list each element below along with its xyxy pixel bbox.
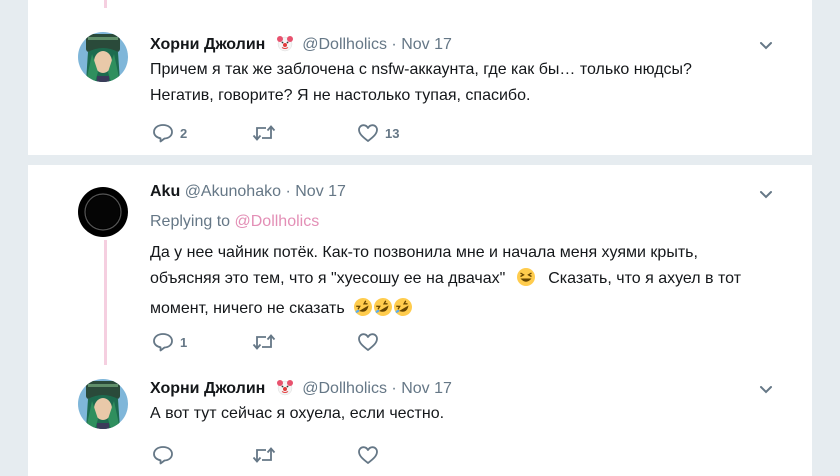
- tweet-date[interactable]: Nov 17: [295, 183, 346, 200]
- retweet-icon: [252, 447, 276, 463]
- separator-dot: ·: [391, 36, 397, 53]
- retweet-icon: [252, 334, 276, 350]
- like-button[interactable]: 13: [357, 123, 399, 143]
- reply-icon: [153, 124, 173, 143]
- like-button[interactable]: [357, 332, 385, 352]
- avatar-image: [78, 32, 128, 82]
- display-name[interactable]: Хорни Джолин: [150, 36, 265, 53]
- retweet-button[interactable]: [252, 123, 282, 143]
- tweet-text-line: Причем я так же заблочена с nsfw-аккаунт…: [150, 61, 692, 78]
- rofl-emoji-icon: [373, 297, 393, 326]
- tweet-text-line: Сказать, что я ахуел в тот: [548, 270, 742, 287]
- avatar[interactable]: [78, 187, 128, 237]
- display-name[interactable]: Aku: [150, 183, 180, 200]
- heart-icon: [358, 124, 378, 142]
- retweet-button[interactable]: [252, 445, 282, 465]
- tweet-text: Да у нее чайник потёк. Как-то позвонила …: [150, 240, 741, 326]
- reply-icon: [153, 446, 173, 465]
- timeline-panel: Хорни Джолин @Dollholics · Nov 17 Причем: [28, 0, 812, 476]
- tweet-text-line: Да у нее чайник потёк. Как-то позвонила …: [150, 244, 698, 261]
- chevron-down-icon[interactable]: [759, 385, 773, 395]
- tweet[interactable]: Хорни Джолин @Dollholics · Nov 17 А вот: [28, 365, 812, 476]
- user-handle[interactable]: @Dollholics: [302, 380, 387, 397]
- reply-count: 2: [180, 125, 188, 141]
- avatar[interactable]: [78, 379, 128, 429]
- clown-emoji-icon: [276, 34, 294, 57]
- tweet-header: Aku @Akunohako · Nov 17: [150, 183, 346, 201]
- like-button[interactable]: [357, 445, 385, 465]
- avatar-image: [78, 379, 128, 429]
- tweet-date[interactable]: Nov 17: [401, 36, 452, 53]
- tweet-header: Хорни Джолин @Dollholics · Nov 17: [150, 378, 452, 401]
- tweet-text-line-group: момент, ничего не сказать: [150, 296, 741, 326]
- reply-count: 1: [180, 334, 188, 350]
- reply-button[interactable]: [152, 445, 180, 465]
- tweet-text: А вот тут сейчас я охуела, если честно.: [150, 401, 444, 427]
- separator-dot: ·: [391, 380, 397, 397]
- chevron-down-icon[interactable]: [759, 190, 773, 200]
- separator-dot: ·: [285, 183, 291, 200]
- laughing-emoji-icon: [516, 267, 536, 296]
- tweet-text: Причем я так же заблочена с nsfw-аккаунт…: [150, 57, 692, 109]
- tweet[interactable]: Хорни Джолин @Dollholics · Nov 17 Причем: [28, 0, 812, 155]
- user-handle[interactable]: @Akunohako: [185, 183, 281, 200]
- rofl-emoji-icon: [353, 297, 373, 326]
- replying-to-label: Replying to: [150, 213, 231, 230]
- reply-button[interactable]: 2: [152, 123, 187, 143]
- tweet-text-line: Негатив, говорите? Я не настолько тупая,…: [150, 87, 531, 104]
- tweet-text-line: момент, ничего не сказать: [150, 300, 345, 317]
- replying-to: Replying to @Dollholics: [150, 213, 319, 231]
- avatar[interactable]: [78, 32, 128, 82]
- reply-icon: [153, 333, 173, 352]
- tweet-text-line: А вот тут сейчас я охуела, если честно.: [150, 405, 445, 422]
- like-count: 13: [385, 125, 400, 141]
- tweet-text-line: объясняя это тем, что я "хуесошу ее на д…: [150, 270, 506, 287]
- retweet-icon: [252, 125, 276, 141]
- retweet-button[interactable]: [252, 332, 282, 352]
- heart-icon: [358, 446, 378, 464]
- avatar-image: [78, 187, 128, 237]
- tweet-header: Хорни Джолин @Dollholics · Nov 17: [150, 34, 452, 57]
- replying-to-handle[interactable]: @Dollholics: [235, 213, 320, 230]
- tweet[interactable]: Aku @Akunohako · Nov 17 Replying to @Dol…: [28, 165, 812, 365]
- clown-emoji-icon: [276, 378, 294, 401]
- tweet-date[interactable]: Nov 17: [401, 380, 452, 397]
- reply-button[interactable]: 1: [152, 332, 187, 352]
- user-handle[interactable]: @Dollholics: [302, 36, 387, 53]
- heart-icon: [358, 333, 378, 351]
- tweet-divider: [28, 155, 812, 165]
- rofl-emoji-icon: [393, 297, 413, 326]
- tweet-text-line-group: объясняя это тем, что я "хуесошу ее на д…: [150, 266, 741, 296]
- thread-line: [104, 240, 107, 365]
- chevron-down-icon[interactable]: [759, 41, 773, 51]
- display-name[interactable]: Хорни Джолин: [150, 380, 265, 397]
